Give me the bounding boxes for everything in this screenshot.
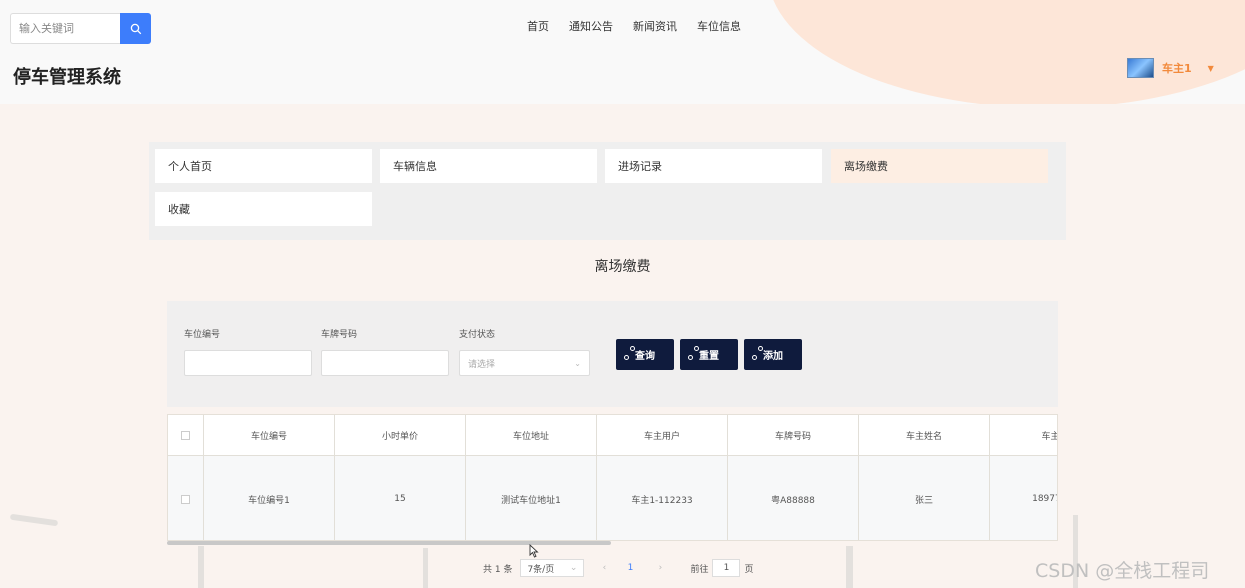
prev-page-button[interactable]: ‹ [594,563,614,573]
header-cell[interactable]: 车位编号 [204,415,335,455]
header-cell[interactable]: 车主姓名 [859,415,990,455]
table-horizontal-scrollbar[interactable] [167,541,611,545]
top-nav: 首页 通知公告 新闻资讯 车位信息 [527,18,741,34]
tab-entry-records[interactable]: 进场记录 [605,149,822,183]
user-tabs: 个人首页 车辆信息 进场记录 离场缴费 收藏 [149,142,1066,240]
query-button[interactable]: 查询 [616,339,674,370]
row-checkbox[interactable] [181,494,190,504]
avatar[interactable] [1127,58,1154,78]
next-page-button[interactable]: › [650,563,670,573]
table-cell: 张三 [859,456,990,540]
page-number[interactable]: 1 [620,563,640,573]
chevron-down-icon: ⌄ [574,358,581,368]
dot-decoration [752,355,757,360]
reset-button-label: 重置 [699,351,719,362]
nav-home[interactable]: 首页 [527,18,549,34]
dot-decoration [630,346,635,351]
decorative-tower [423,548,428,588]
header-cell[interactable]: 小时单价 [335,415,466,455]
table-cell: 车主1-112233 [597,456,728,540]
chevron-down-icon[interactable]: ▼ [1208,64,1214,73]
table-cell: 车位编号1 [204,456,335,540]
table-cell: 粤A88888 [728,456,859,540]
table-cell: 15 [335,456,466,540]
page-title: 离场缴费 [594,259,651,275]
header-checkbox-cell [168,415,204,455]
header-decoration [768,0,1245,104]
plate-input[interactable] [321,350,449,376]
tab-exit-payment[interactable]: 离场缴费 [831,149,1048,183]
decorative-plane [9,513,59,527]
nav-parking[interactable]: 车位信息 [697,18,741,34]
dot-decoration [694,346,699,351]
chevron-down-icon: ⌄ [569,563,578,573]
query-button-label: 查询 [635,351,655,362]
dot-decoration [688,355,693,360]
filter-label-space-no: 车位编号 [184,330,221,340]
space-no-input[interactable] [184,350,312,376]
tab-favorites[interactable]: 收藏 [155,192,372,226]
filter-label-pay-status: 支付状态 [459,330,496,340]
select-placeholder: 请选择 [468,359,496,370]
nav-notices[interactable]: 通知公告 [569,18,613,34]
header-cell[interactable]: 车主手 [990,415,1057,455]
select-all-checkbox[interactable] [181,430,190,440]
search-icon [130,23,141,34]
user-menu[interactable]: 车主1 ▼ [1127,58,1214,78]
dot-decoration [624,355,629,360]
filter-label-plate: 车牌号码 [321,330,358,340]
page-size-select[interactable]: 7条/页 ⌄ [520,559,585,577]
table-cell: 18977777 [990,456,1057,540]
search-button[interactable] [120,13,151,44]
filter-panel: 车位编号 车牌号码 支付状态 请选择 ⌄ 查询 重置 添加 [167,301,1058,407]
decorative-tower [846,546,853,588]
goto-label: 前往 [690,564,709,575]
page-size-value: 7条/页 [527,564,555,575]
data-table: 车位编号 小时单价 车位地址 车主用户 车牌号码 车主姓名 车主手 车位编号1 … [167,414,1058,541]
table-cell: 测试车位地址1 [466,456,597,540]
add-button-label: 添加 [763,351,783,362]
cursor-icon [529,544,539,558]
table-row[interactable]: 车位编号1 15 测试车位地址1 车主1-112233 粤A88888 张三 1… [168,456,1057,540]
tab-vehicles[interactable]: 车辆信息 [380,149,597,183]
row-checkbox-cell [168,456,204,540]
header-cell[interactable]: 车位地址 [466,415,597,455]
user-name[interactable]: 车主1 [1162,60,1192,76]
header-cell[interactable]: 车主用户 [597,415,728,455]
site-title: 停车管理系统 [13,67,121,88]
reset-button[interactable]: 重置 [680,339,738,370]
tab-profile[interactable]: 个人首页 [155,149,372,183]
header-cell[interactable]: 车牌号码 [728,415,859,455]
decorative-tower [198,546,204,588]
search-bar [10,13,151,44]
goto-page-input[interactable]: 1 [712,559,741,577]
pagination: 共 1 条 7条/页 ⌄ ‹ 1 › 前往 1 页 [483,559,753,577]
watermark: CSDN @全栈工程司 [1035,560,1210,582]
pagination-total: 共 1 条 [483,564,513,575]
page-suffix: 页 [744,564,754,575]
dot-decoration [758,346,763,351]
search-input[interactable] [10,13,120,44]
table-header-row: 车位编号 小时单价 车位地址 车主用户 车牌号码 车主姓名 车主手 [168,415,1057,455]
header [0,0,1245,104]
nav-news[interactable]: 新闻资讯 [633,18,677,34]
pay-status-select[interactable]: 请选择 ⌄ [459,350,590,376]
add-button[interactable]: 添加 [744,339,802,370]
